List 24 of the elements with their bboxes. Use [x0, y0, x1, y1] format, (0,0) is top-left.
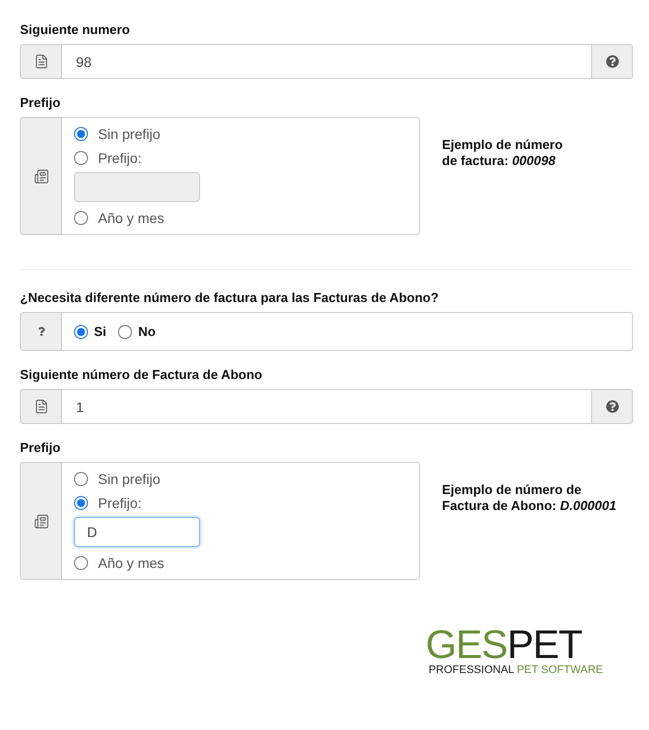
- field-label: Siguiente número de Factura de Abono: [20, 367, 264, 382]
- logo-tagline-part: PET SOFTWARE: [516, 664, 603, 676]
- invoice-number-example: Ejemplo de número de Factura de Abono: D.000001: [442, 482, 616, 513]
- invoice-number-example: Ejemplo de número de factura: 000098: [442, 137, 563, 168]
- prefix-input[interactable]: D: [74, 517, 200, 547]
- field-label: Prefijo: [20, 440, 62, 455]
- number-input[interactable]: 98: [62, 44, 591, 79]
- question-label: ¿Necesita diferente número de factura para las Facturas de Abono?: [20, 290, 440, 305]
- radio-option[interactable]: Sin prefijo: [74, 126, 200, 142]
- radio-option[interactable]: Prefijo:: [74, 495, 200, 511]
- help-icon[interactable]: [591, 44, 633, 79]
- radio-option[interactable]: Si: [74, 324, 106, 339]
- radio-option[interactable]: Año y mes: [74, 210, 200, 226]
- logo-tagline-part: PROFESSIONAL: [428, 664, 514, 676]
- radio-option[interactable]: Sin prefijo: [74, 471, 200, 487]
- field-label: Siguiente numero: [20, 22, 131, 37]
- radio-option[interactable]: Prefijo:: [74, 150, 200, 166]
- document-icon: [20, 44, 62, 79]
- radio-option[interactable]: No: [118, 324, 156, 339]
- help-icon[interactable]: [591, 389, 633, 424]
- radio-option[interactable]: Año y mes: [74, 555, 200, 571]
- field-label: Prefijo: [20, 95, 62, 110]
- document-icon: [20, 389, 62, 424]
- number-input[interactable]: 1: [62, 389, 591, 424]
